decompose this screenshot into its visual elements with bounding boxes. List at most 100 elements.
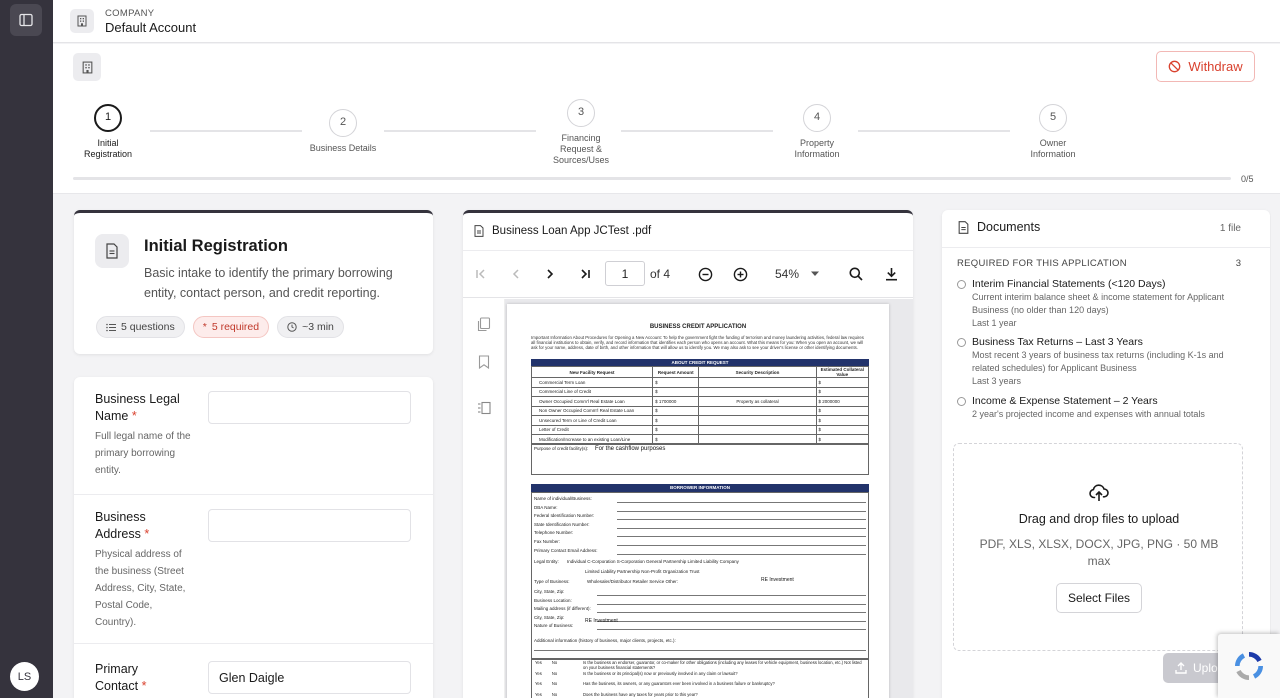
pdf-page-title: BUSINESS CREDIT APPLICATION (649, 324, 747, 330)
borrower-field-label: Name of individual/Business: (534, 496, 592, 501)
application-header: Withdraw 1 Initial Registration 2 Busine… (53, 44, 1280, 194)
step-connector (621, 130, 773, 132)
zoom-out-button[interactable] (695, 264, 715, 284)
field-help: Full legal name of the primary borrowing… (95, 431, 191, 476)
step-business-details[interactable]: 2 Business Details (303, 109, 383, 154)
download-button[interactable] (881, 264, 901, 284)
required-document-item[interactable]: Business Tax Returns – Last 3 Years Most… (957, 335, 1247, 388)
step-label: Owner Information (1030, 138, 1076, 159)
required-document-item[interactable]: Income & Expense Statement – 2 Years 2 y… (957, 394, 1247, 421)
field-label: Primary Contact * (95, 662, 147, 693)
first-page-button[interactable] (471, 264, 491, 284)
no-option: No (551, 670, 558, 676)
progress-bar (73, 177, 1231, 180)
sidebar-toggle-button[interactable] (10, 4, 42, 36)
step-connector (858, 130, 1010, 132)
table-cell (698, 415, 817, 426)
step-label: Financing Request & Sources/Uses (552, 133, 610, 165)
company-name[interactable]: Default Account (105, 20, 196, 35)
documents-title: Documents (958, 220, 1040, 234)
step-initial-registration[interactable]: 1 Initial Registration (73, 104, 143, 160)
zoom-in-button[interactable] (730, 264, 750, 284)
yes-no-options: Yes No (535, 691, 579, 698)
legal-entity-label: Legal Entity: (534, 559, 559, 564)
no-option: No (551, 681, 558, 687)
chevron-left-icon (512, 269, 519, 279)
first-page-icon (476, 269, 485, 279)
table-cell (698, 405, 817, 416)
status-circle-icon (957, 396, 966, 406)
pdf-page-area[interactable]: BUSINESS CREDIT APPLICATION Important In… (505, 299, 913, 698)
upload-label: Uplo (1193, 661, 1218, 675)
step-label: Property Information (794, 138, 840, 159)
next-page-button[interactable] (540, 264, 560, 284)
documents-title-label: Documents (977, 220, 1041, 234)
thumbnails-button[interactable] (477, 317, 491, 337)
recaptcha-badge[interactable] (1218, 634, 1280, 698)
table-cell: Property as collateral (698, 396, 817, 407)
section-intro-card: Initial Registration Basic intake to ide… (74, 210, 433, 354)
attachments-button[interactable] (477, 401, 491, 420)
dropzone-file-types: PDF, XLS, XLSX, DOCX, JPG, PNG · 50 MB m… (979, 537, 1219, 568)
table-cell: $ (815, 377, 869, 388)
pdf-page: BUSINESS CREDIT APPLICATION Important In… (507, 304, 889, 698)
step-owner-information[interactable]: 5 Owner Information (1013, 104, 1093, 160)
question-row: Yes No Has the business, its owners, or an… (535, 681, 865, 687)
upload-dropzone[interactable]: Drag and drop files to upload PDF, XLS, … (953, 443, 1243, 651)
withdraw-button[interactable]: Withdraw (1156, 51, 1255, 82)
previous-page-button[interactable] (506, 264, 526, 284)
step-number: 1 (94, 104, 122, 132)
table-cell: Non Owner Occupied Comm'l Real Estate Lo… (530, 405, 654, 416)
rule (617, 553, 866, 555)
dropzone-title: Drag and drop files to upload (1018, 512, 1180, 526)
required-document-title: Business Tax Returns – Last 3 Years (972, 336, 1143, 348)
questions-chip: 5 questions (96, 316, 185, 338)
business-address-input[interactable] (208, 509, 411, 542)
bookmarks-button[interactable] (478, 355, 490, 374)
select-files-button[interactable]: Select Files (1056, 583, 1142, 613)
file-icon (958, 220, 969, 234)
page-scrollbar[interactable] (1271, 210, 1280, 698)
question-text: Is the business or its principal(s) now … (583, 670, 738, 676)
application-building-icon (73, 53, 101, 81)
borrower-field-label: Telephone Number: (534, 530, 574, 536)
sidebar-panel-icon (19, 13, 33, 27)
step-property-information[interactable]: 4 Property Information (777, 104, 857, 160)
table-row: Non Owner Occupied Comm'l Real Estate Lo… (530, 405, 869, 416)
no-option: No (551, 660, 558, 665)
zoom-select[interactable]: 54% (775, 267, 820, 281)
step-financing-request[interactable]: 3 Financing Request & Sources/Uses (541, 99, 621, 165)
required-document-item[interactable]: Interim Financial Statements (<120 Days)… (957, 277, 1247, 330)
required-document-title: Income & Expense Statement – 2 Years (972, 395, 1158, 407)
page-number-input[interactable]: 1 (605, 261, 645, 286)
status-circle-icon (957, 337, 966, 347)
step-label: Initial Registration (83, 138, 133, 159)
duration-chip-label: ~3 min (302, 321, 334, 333)
rule (534, 650, 866, 651)
user-avatar[interactable]: LS (10, 662, 39, 691)
table-cell: Unsecured Term or Line of Credit Loan (530, 415, 654, 426)
rule (597, 612, 866, 614)
field-primary-contact: Primary Contact * Glen Daigle (74, 644, 433, 698)
business-type-options: Wholesaler/Distributor Retailer Service … (587, 579, 679, 584)
zoom-value: 54% (775, 267, 800, 281)
rule (597, 620, 866, 622)
left-rail: LS (0, 0, 53, 698)
table-cell: $ (652, 386, 700, 397)
duration-chip: ~3 min (277, 316, 344, 338)
registration-form: Business Legal Name * Full legal name of… (74, 377, 433, 698)
primary-contact-input[interactable]: Glen Daigle (208, 661, 411, 694)
table-cell: $ (815, 424, 869, 435)
company-label: COMPANY (105, 8, 155, 19)
search-button[interactable] (846, 264, 866, 284)
last-page-button[interactable] (575, 264, 595, 284)
business-legal-name-input[interactable] (208, 391, 411, 424)
rule (617, 510, 866, 512)
address-field-label: Business Location: (534, 597, 572, 603)
rule (617, 536, 866, 538)
table-cell: $ (815, 405, 869, 416)
question-row: Yes No Is the business or its principal(s)… (535, 670, 865, 677)
table-cell: Commercial Line of Credit (530, 386, 654, 397)
table-cell (698, 386, 817, 397)
no-option: No (551, 691, 558, 697)
